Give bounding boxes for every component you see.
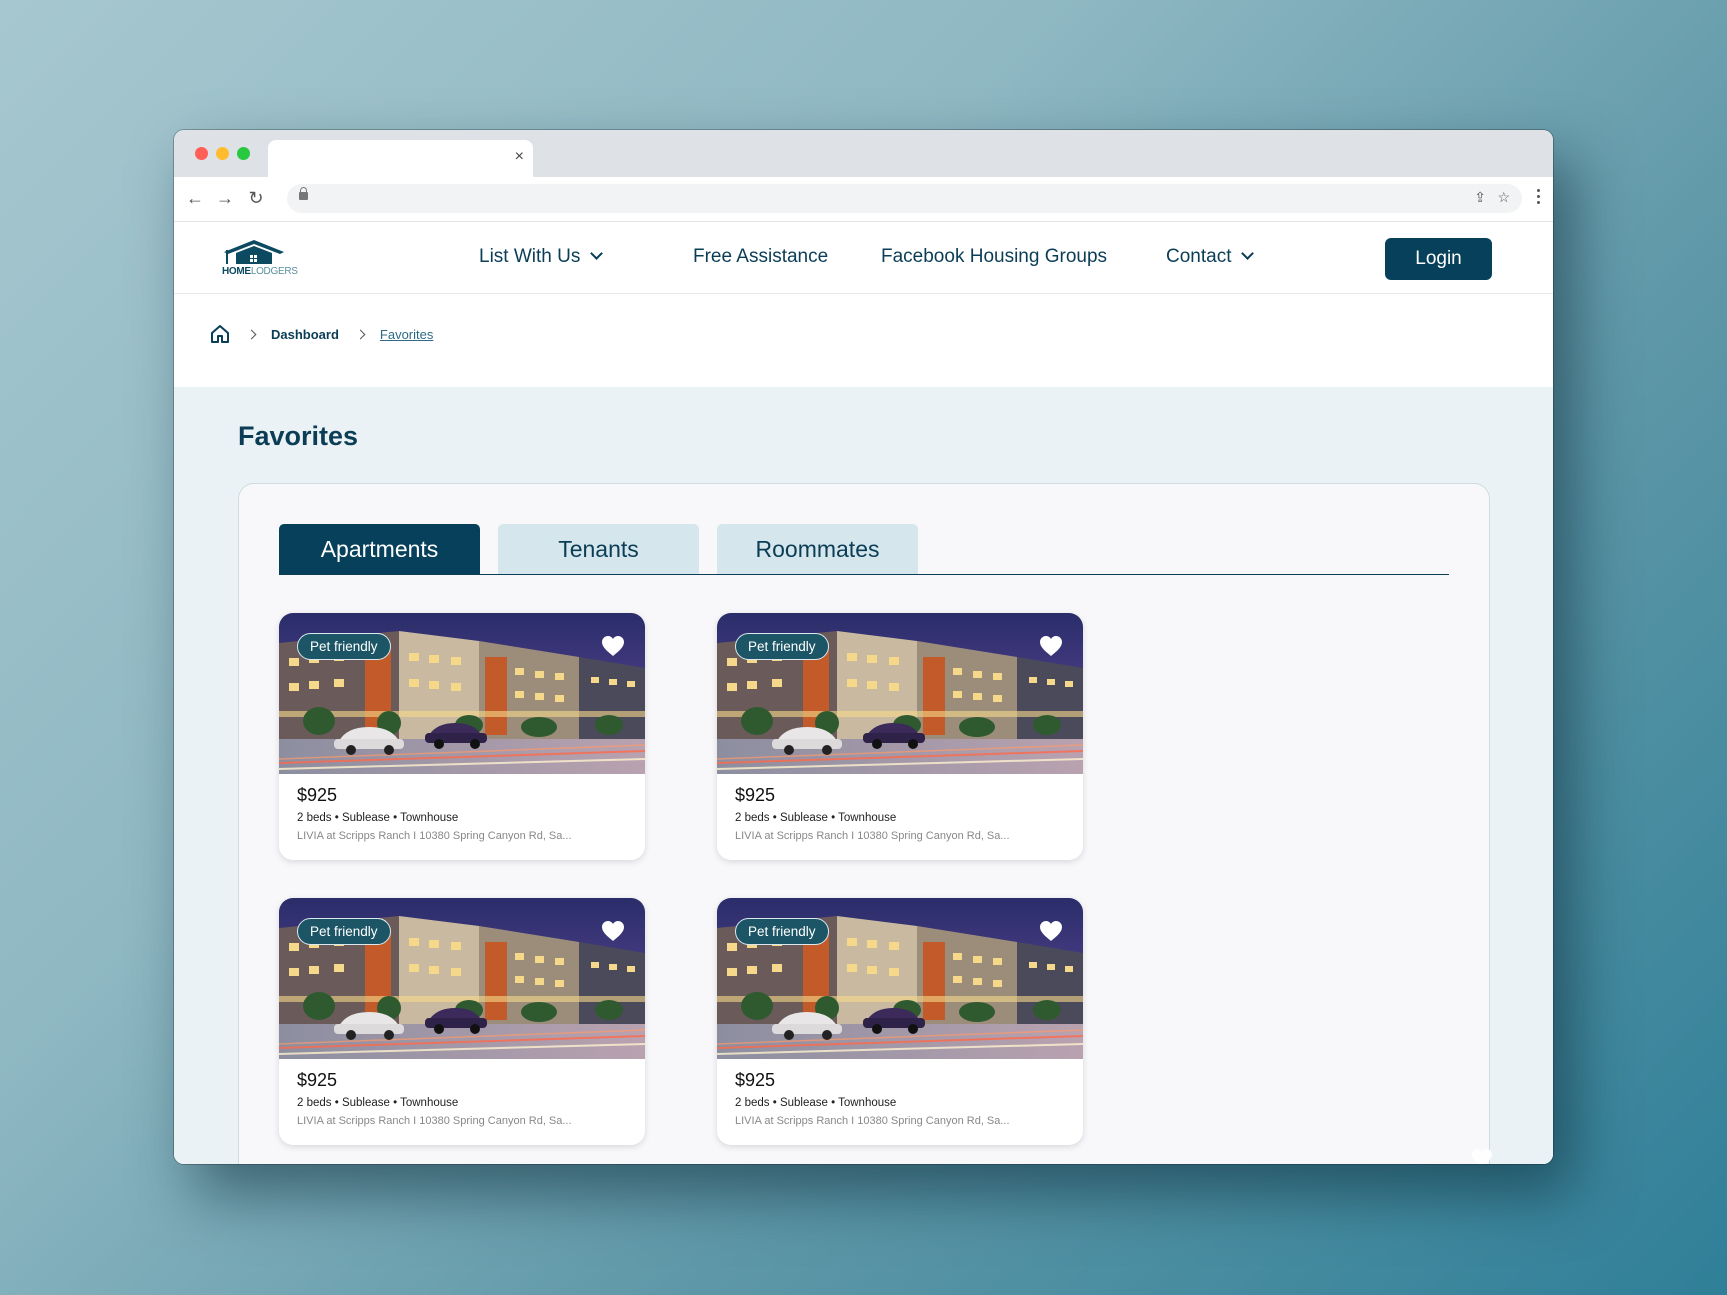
listing-card[interactable]: Pet friendly $925 2 beds • Sublease • To…	[279, 898, 645, 1145]
logo-wordmark: HOMELODGERS	[222, 266, 298, 277]
tab-tenants[interactable]: Tenants	[498, 524, 699, 574]
lock-icon	[299, 187, 308, 200]
breadcrumb: Dashboard Favorites	[210, 322, 433, 346]
pet-friendly-badge: Pet friendly	[297, 633, 391, 660]
listing-price: $925	[297, 1070, 338, 1090]
breadcrumb-dashboard[interactable]: Dashboard	[271, 327, 339, 342]
listing-details: 2 beds • Sublease • Townhouse	[735, 1097, 897, 1109]
close-window-button[interactable]	[195, 147, 208, 160]
homelodgers-logo[interactable]: HOMELODGERS	[222, 238, 298, 280]
page-viewport: HOMELODGERS List With Us Free Assistance…	[174, 222, 1553, 1164]
browser-tabstrip: ×	[174, 130, 1553, 177]
bookmark-star-icon[interactable]: ☆	[1497, 189, 1510, 206]
breadcrumb-separator-icon	[246, 329, 257, 339]
listing-card[interactable]: Pet friendly $925 2 beds • Sublease • To…	[717, 613, 1083, 860]
maximize-window-button[interactable]	[237, 147, 250, 160]
chevron-down-icon	[1241, 247, 1255, 260]
favorite-heart-icon[interactable]	[1039, 920, 1063, 942]
favorite-heart-icon[interactable]	[1039, 635, 1063, 657]
tab-apartments[interactable]: Apartments	[279, 524, 480, 574]
browser-toolbar: ← → ↻ ⇪ ☆	[174, 177, 1553, 222]
login-button[interactable]: Login	[1385, 238, 1492, 280]
nav-facebook-housing-groups[interactable]: Facebook Housing Groups	[881, 246, 1107, 268]
favorite-heart-icon[interactable]	[601, 635, 625, 657]
breadcrumb-favorites[interactable]: Favorites	[380, 327, 433, 342]
listing-details: 2 beds • Sublease • Townhouse	[297, 1097, 459, 1109]
reload-icon[interactable]: ↻	[245, 187, 267, 209]
pet-friendly-badge: Pet friendly	[735, 918, 829, 945]
favorites-tabs: Apartments Tenants Roommates	[279, 524, 1449, 575]
pet-friendly-badge: Pet friendly	[735, 633, 829, 660]
address-bar[interactable]: ⇪ ☆	[287, 184, 1522, 213]
page-title: Favorites	[238, 421, 359, 451]
listing-price: $925	[735, 785, 776, 805]
share-icon[interactable]: ⇪	[1474, 189, 1486, 206]
close-tab-icon[interactable]: ×	[515, 148, 524, 166]
listing-address: LIVIA at Scripps Ranch I 10380 Spring Ca…	[735, 830, 1010, 842]
nav-free-assistance[interactable]: Free Assistance	[693, 246, 828, 268]
listing-card[interactable]: Pet friendly $925 2 beds • Sublease • To…	[717, 898, 1083, 1145]
chevron-down-icon	[590, 247, 604, 260]
listing-details: 2 beds • Sublease • Townhouse	[297, 812, 459, 824]
favorite-heart-icon[interactable]	[601, 920, 625, 942]
tab-roommates[interactable]: Roommates	[717, 524, 918, 574]
back-icon[interactable]: ←	[184, 187, 206, 209]
site-header: HOMELODGERS List With Us Free Assistance…	[174, 222, 1553, 294]
listing-details: 2 beds • Sublease • Townhouse	[735, 812, 897, 824]
nav-contact[interactable]: Contact	[1166, 246, 1255, 268]
listing-address: LIVIA at Scripps Ranch I 10380 Spring Ca…	[735, 1115, 1010, 1127]
favorites-panel: Apartments Tenants Roommates Pet friendl…	[238, 483, 1490, 1164]
pet-friendly-badge: Pet friendly	[297, 918, 391, 945]
minimize-window-button[interactable]	[216, 147, 229, 160]
nav-list-with-us[interactable]: List With Us	[479, 246, 604, 268]
home-icon[interactable]	[210, 324, 230, 344]
browser-menu-icon[interactable]	[1537, 189, 1541, 207]
main-content: Favorites Apartments Tenants Roommates P…	[174, 387, 1553, 1164]
heart-icon	[1471, 1148, 1493, 1164]
browser-tab[interactable]: ×	[268, 140, 533, 177]
listing-address: LIVIA at Scripps Ranch I 10380 Spring Ca…	[297, 1115, 572, 1127]
forward-icon[interactable]: →	[214, 187, 236, 209]
listing-price: $925	[297, 785, 338, 805]
house-logo-icon	[224, 240, 284, 264]
listing-price: $925	[735, 1070, 776, 1090]
listing-address: LIVIA at Scripps Ranch I 10380 Spring Ca…	[297, 830, 572, 842]
breadcrumb-separator-icon	[355, 329, 366, 339]
browser-window: × ← → ↻ ⇪ ☆ HOMELODGERS List With Us Fre…	[174, 130, 1553, 1164]
listing-card[interactable]: Pet friendly $925 2 beds • Sublease • To…	[279, 613, 645, 860]
